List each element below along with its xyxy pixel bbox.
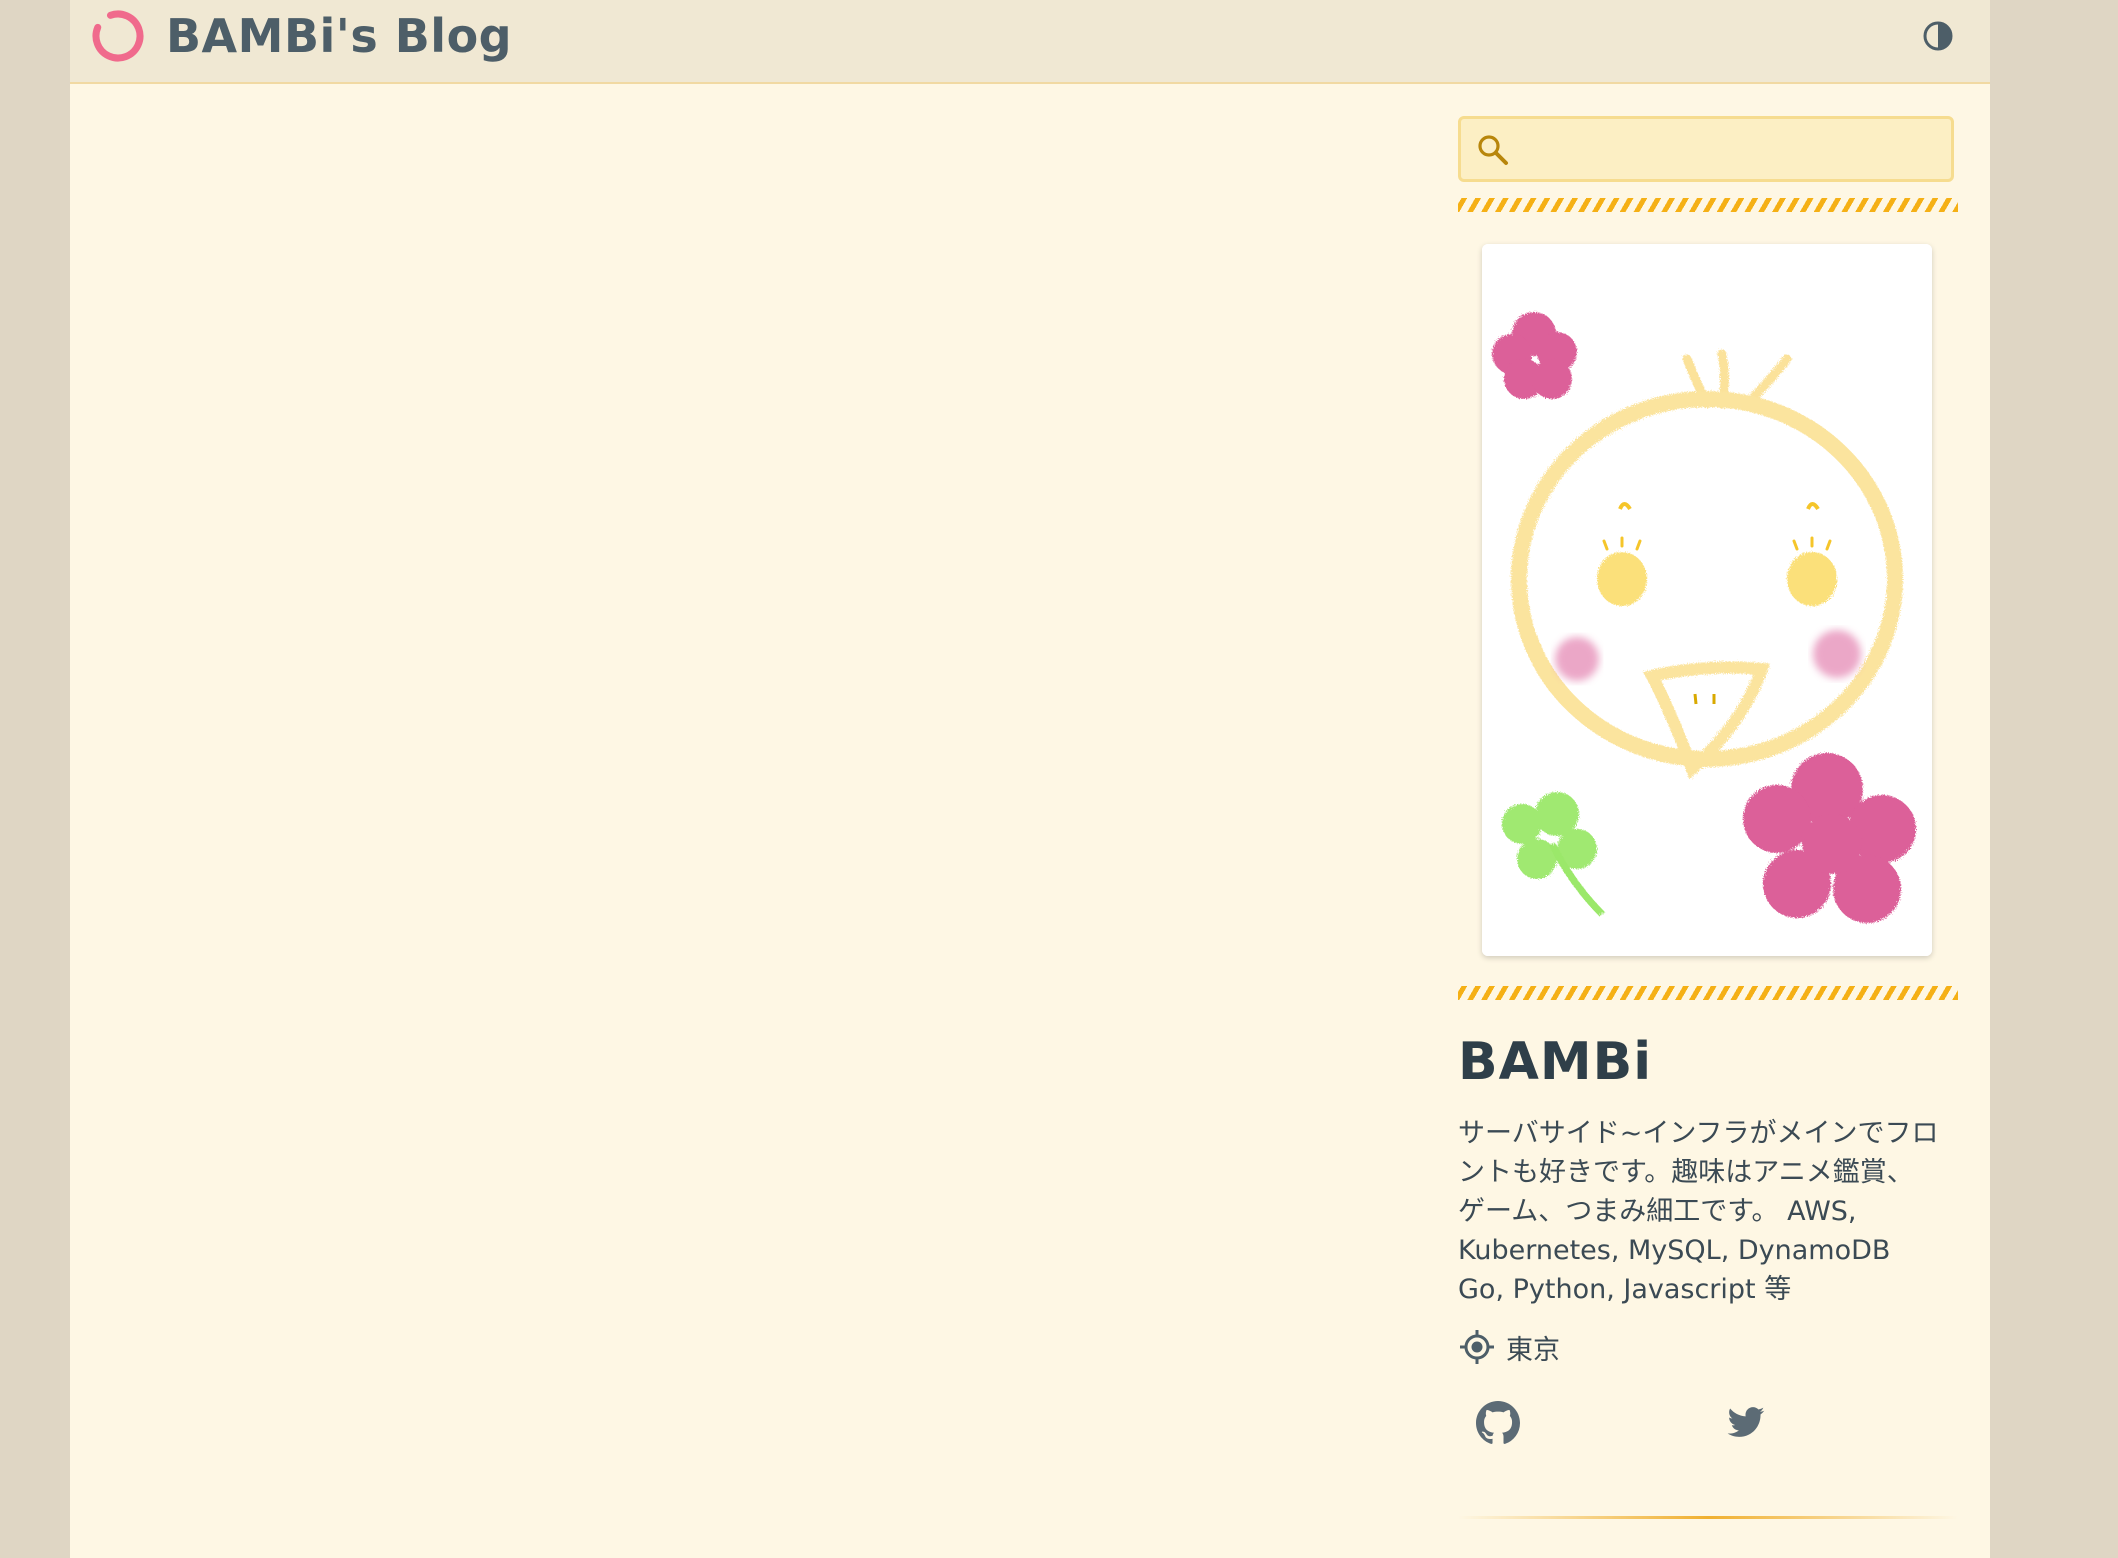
bio-line: サーバサイド~インフラがメインでフロ bbox=[1458, 1118, 1939, 1149]
stripe-divider bbox=[1458, 986, 1958, 1000]
github-icon[interactable] bbox=[1476, 1401, 1520, 1445]
profile-location: 東京 bbox=[1458, 1327, 1958, 1367]
search-input[interactable] bbox=[1519, 125, 1943, 175]
search-icon bbox=[1478, 135, 1508, 165]
bio-line: Kubernetes, MySQL, DynamoDB bbox=[1458, 1235, 1891, 1266]
search-box[interactable] bbox=[1458, 116, 1954, 182]
site-header: BAMBi's Blog bbox=[70, 0, 1990, 84]
bio-line: ゲーム、つまみ細工です。 AWS, bbox=[1458, 1196, 1857, 1227]
logo-icon[interactable] bbox=[88, 6, 148, 66]
social-links bbox=[1458, 1401, 1958, 1451]
sidebar: BAMBi サーバサイド~インフラがメインでフロ ントも好きです。趣味はアニメ鑑… bbox=[1458, 116, 1958, 1519]
page: BAMBi's Blog BAMBi サーバサイド~インフラがメインでフロ ント… bbox=[70, 0, 1990, 1558]
profile-avatar bbox=[1482, 244, 1932, 956]
theme-toggle-icon[interactable] bbox=[1920, 18, 1956, 54]
bio-line: Go, Python, Javascript 等 bbox=[1458, 1274, 1792, 1305]
avatar-drawing bbox=[1482, 244, 1932, 956]
stripe-divider bbox=[1458, 198, 1958, 212]
location-text: 東京 bbox=[1506, 1334, 1560, 1366]
divider bbox=[1458, 1516, 1958, 1519]
site-title[interactable]: BAMBi's Blog bbox=[166, 4, 512, 68]
profile-name: BAMBi bbox=[1458, 1032, 1653, 1092]
bio-line: ントも好きです。趣味はアニメ鑑賞、 bbox=[1458, 1157, 1914, 1188]
profile-bio: サーバサイド~インフラがメインでフロ ントも好きです。趣味はアニメ鑑賞、 ゲーム… bbox=[1458, 1114, 1958, 1309]
twitter-icon[interactable] bbox=[1726, 1403, 1766, 1443]
location-target-icon bbox=[1460, 1330, 1494, 1364]
